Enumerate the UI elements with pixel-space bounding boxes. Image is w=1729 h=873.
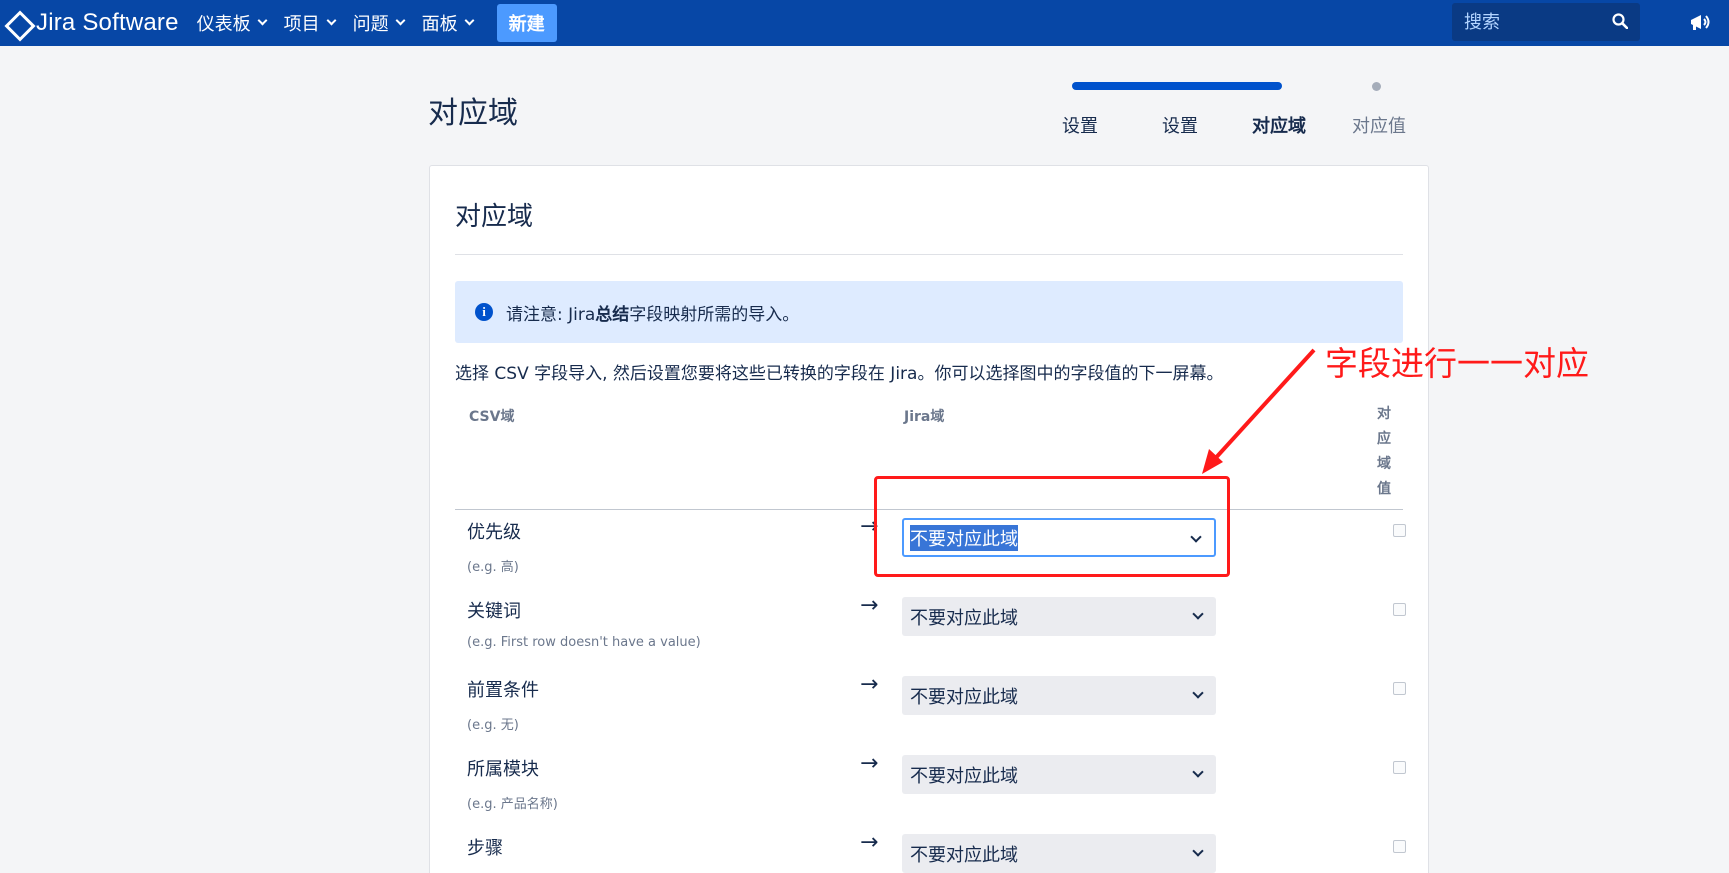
select-value: 不要对应此域	[910, 686, 1018, 708]
map-values-checkbox[interactable]	[1393, 524, 1406, 537]
csv-field-name: 步骤	[467, 838, 503, 859]
csv-field-example: (e.g. 高)	[467, 560, 519, 575]
map-values-checkbox[interactable]	[1393, 682, 1406, 695]
csv-field-example: (e.g. 无)	[467, 718, 519, 733]
create-button[interactable]: 新建	[496, 4, 557, 42]
info-message: i 请注意: Jira总结字段映射所需的导入。	[455, 281, 1403, 343]
nav-item-projects[interactable]: 项目	[283, 10, 337, 36]
select-value: 不要对应此域	[910, 607, 1018, 629]
right-arrow-icon: →	[860, 593, 879, 618]
right-arrow-icon: →	[860, 751, 879, 776]
jira-diamond-icon	[6, 12, 28, 34]
table-row: 前置条件 (e.g. 无) → 不要对应此域	[455, 668, 1406, 747]
annotation-highlight-box	[874, 476, 1230, 577]
csv-field-name: 关键词	[467, 601, 521, 622]
progress-step-dot	[1372, 82, 1381, 91]
select-value: 不要对应此域	[910, 844, 1018, 866]
search-box[interactable]	[1452, 3, 1640, 41]
info-text: 请注意: Jira总结字段映射所需的导入。	[506, 304, 800, 325]
description-text: 选择 CSV 字段导入, 然后设置您要将这些已转换的字段在 Jira。你可以选择…	[455, 364, 1224, 384]
nav-item-issues[interactable]: 问题	[352, 10, 406, 36]
select-value: 不要对应此域	[910, 765, 1018, 787]
chevron-down-icon	[326, 15, 337, 26]
column-header-map-values: 对应域值	[1377, 406, 1391, 497]
right-arrow-icon: →	[860, 830, 879, 855]
table-row: 关键词 (e.g. First row doesn't have a value…	[455, 589, 1406, 668]
nav-item-label: 仪表板	[196, 14, 251, 35]
table-row: 所属模块 (e.g. 产品名称) → 不要对应此域	[455, 747, 1406, 826]
csv-field-name: 所属模块	[467, 759, 539, 780]
jira-field-select[interactable]: 不要对应此域	[902, 755, 1216, 794]
nav-item-boards[interactable]: 面板	[421, 10, 475, 36]
chevron-down-icon	[464, 15, 475, 26]
info-icon: i	[475, 303, 493, 321]
megaphone-icon[interactable]	[1688, 10, 1712, 34]
column-header-jira: Jira域	[904, 409, 945, 425]
csv-field-name: 优先级	[467, 522, 521, 543]
divider	[455, 254, 1403, 255]
chevron-down-icon	[395, 15, 406, 26]
step-setup-1: 设置	[1062, 116, 1098, 137]
column-header-csv: CSV域	[469, 409, 515, 425]
chevron-down-icon	[1192, 687, 1204, 699]
csv-field-example: (e.g. First row doesn't have a value)	[467, 635, 701, 650]
chevron-down-icon	[257, 15, 268, 26]
nav-item-label: 面板	[421, 14, 458, 35]
nav-item-dashboards[interactable]: 仪表板	[196, 10, 268, 36]
step-map-values: 对应值	[1352, 116, 1406, 137]
map-values-checkbox[interactable]	[1393, 840, 1406, 853]
chevron-down-icon	[1192, 845, 1204, 857]
jira-field-select[interactable]: 不要对应此域	[902, 676, 1216, 715]
csv-field-example: (e.g. 产品名称)	[467, 797, 558, 812]
jira-logo[interactable]: Jira Software	[6, 9, 179, 37]
table-row: 步骤 → 不要对应此域	[455, 826, 1406, 873]
logo-text: Jira Software	[36, 9, 179, 36]
step-setup-2: 设置	[1162, 116, 1198, 137]
csv-field-name: 前置条件	[467, 680, 539, 701]
step-map-fields: 对应域	[1252, 116, 1306, 137]
map-values-checkbox[interactable]	[1393, 761, 1406, 774]
card-title: 对应域	[455, 202, 534, 232]
map-values-checkbox[interactable]	[1393, 603, 1406, 616]
nav-item-label: 问题	[352, 14, 389, 35]
progress-bar	[1072, 82, 1282, 90]
annotation-label: 字段进行一一对应	[1325, 344, 1589, 383]
jira-field-select[interactable]: 不要对应此域	[902, 597, 1216, 636]
search-input[interactable]	[1452, 11, 1602, 33]
chevron-down-icon	[1192, 766, 1204, 778]
search-icon[interactable]	[1612, 13, 1628, 29]
chevron-down-icon	[1192, 608, 1204, 620]
jira-field-select[interactable]: 不要对应此域	[902, 834, 1216, 873]
right-arrow-icon: →	[860, 672, 879, 697]
page-title: 对应域	[428, 96, 518, 131]
nav-item-label: 项目	[283, 14, 320, 35]
